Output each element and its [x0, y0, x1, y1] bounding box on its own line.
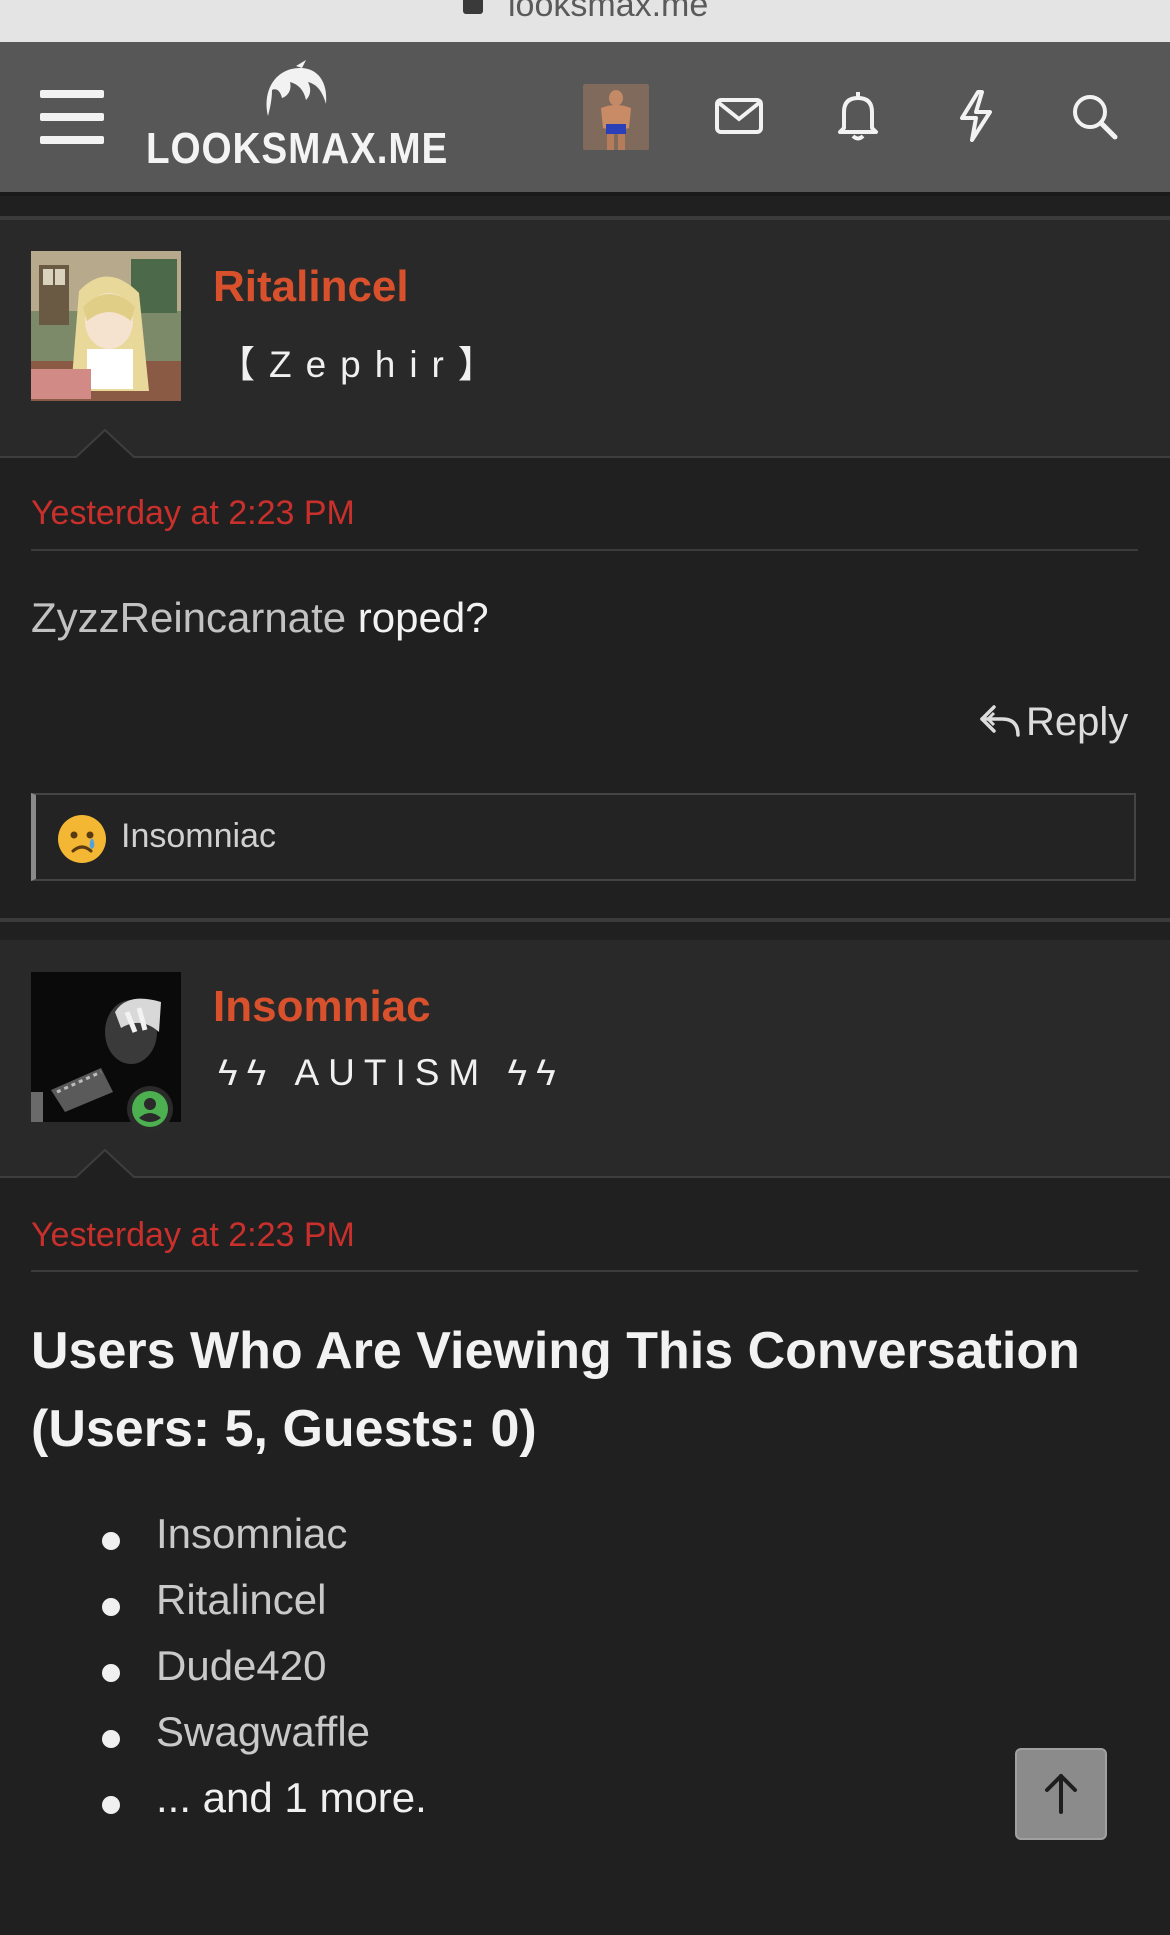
message-text: roped? — [346, 594, 489, 641]
bell-icon[interactable] — [830, 88, 886, 144]
reaction-user[interactable]: Insomniac — [121, 817, 276, 856]
scroll-to-top-button[interactable] — [1015, 1748, 1107, 1840]
user-title: ϟϟ AUTISM ϟϟ — [218, 1052, 565, 1093]
reply-icon — [980, 705, 1020, 737]
arrow-up-icon — [1045, 1774, 1077, 1814]
post-username[interactable]: Ritalincel — [213, 262, 409, 312]
bullet — [102, 1532, 120, 1550]
reply-button[interactable]: Reply — [978, 700, 1128, 745]
menu-icon[interactable] — [40, 90, 104, 144]
post-message: ZyzzReincarnate roped? — [31, 594, 489, 642]
header-divider — [0, 192, 1170, 196]
user-title: 【Zephir】 — [218, 344, 509, 385]
lock-icon — [463, 0, 483, 14]
avatar[interactable] — [31, 972, 181, 1132]
url-text: looksmax.me — [508, 0, 709, 24]
post-divider — [0, 456, 1170, 458]
online-user-icon — [132, 1091, 168, 1127]
bullet — [102, 1796, 120, 1814]
bullet — [102, 1730, 120, 1748]
bullet — [102, 1664, 120, 1682]
account-avatar[interactable] — [583, 84, 649, 150]
lightning-icon[interactable] — [948, 88, 1004, 144]
hair-logo-icon — [266, 60, 327, 116]
more-viewers-text: ... and 1 more. — [156, 1774, 427, 1821]
site-header: LOOKSMAX.ME — [0, 42, 1170, 192]
bullet — [102, 1598, 120, 1616]
reaction-bar[interactable]: Insomniac — [31, 793, 1136, 881]
viewer-link[interactable]: Ritalincel — [156, 1576, 326, 1624]
post-divider — [0, 1176, 1170, 1178]
post-author-block: Insomniac ϟϟ AUTISM ϟϟ — [0, 940, 1170, 1176]
viewers-heading: Users Who Are Viewing This Conversation … — [31, 1322, 1080, 1458]
user-mention[interactable]: ZyzzReincarnate — [31, 594, 346, 641]
viewer-link[interactable]: Insomniac — [156, 1510, 347, 1558]
avatar[interactable] — [31, 251, 181, 401]
post-username[interactable]: Insomniac — [213, 982, 431, 1032]
post-author-block: Ritalincel 【Zephir】 — [0, 220, 1170, 456]
timestamp-divider — [31, 549, 1138, 551]
viewer-link[interactable]: Swagwaffle — [156, 1708, 370, 1756]
browser-url-bar[interactable]: looksmax.me — [0, 0, 1170, 42]
crying-face-icon — [58, 815, 106, 863]
reply-label: Reply — [1026, 700, 1129, 744]
notch-pointer — [75, 428, 135, 458]
timestamp-divider — [31, 1270, 1138, 1272]
post-separator — [0, 918, 1170, 922]
viewer-link[interactable]: Dude420 — [156, 1642, 326, 1690]
site-logo[interactable]: LOOKSMAX.ME — [146, 60, 449, 180]
logo-text: LOOKSMAX.ME — [146, 124, 449, 173]
search-icon[interactable] — [1066, 88, 1122, 144]
post-timestamp[interactable]: Yesterday at 2:23 PM — [31, 494, 355, 533]
post-timestamp[interactable]: Yesterday at 2:23 PM — [31, 1216, 355, 1255]
online-indicator — [127, 1086, 173, 1132]
notch-pointer — [75, 1148, 135, 1178]
mail-icon[interactable] — [711, 88, 767, 144]
